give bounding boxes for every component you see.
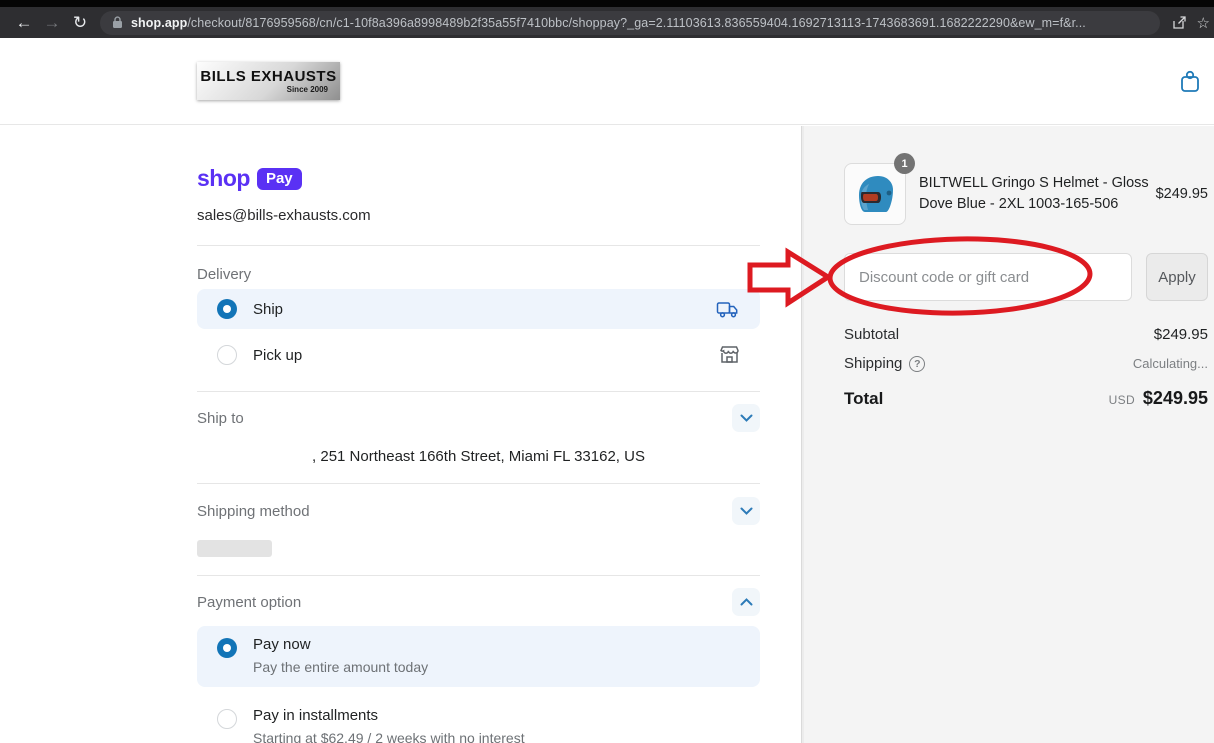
- subtotal-label: Subtotal: [844, 326, 899, 343]
- ship-to-label: Ship to: [197, 410, 244, 427]
- divider: [197, 245, 760, 246]
- divider: [197, 483, 760, 484]
- payment-option-pay-now[interactable]: Pay now Pay the entire amount today: [197, 626, 760, 687]
- shipping-method-expand-button[interactable]: [732, 497, 760, 525]
- browser-tab-strip: [0, 0, 1214, 7]
- radio-unselected-icon[interactable]: [217, 345, 237, 365]
- payment-option-description: Pay the entire amount today: [253, 659, 428, 675]
- payment-option-title: Pay in installments: [253, 707, 525, 724]
- bookmark-star-icon[interactable]: ☆: [1197, 14, 1210, 32]
- discount-section: Apply: [844, 253, 1208, 301]
- share-icon[interactable]: [1172, 15, 1187, 30]
- store-tagline: Since 2009: [287, 84, 328, 95]
- payment-option-title: Pay now: [253, 636, 428, 653]
- apply-discount-button[interactable]: Apply: [1146, 253, 1208, 301]
- shipping-method-loading-skeleton: [197, 540, 272, 557]
- cart-bag-icon[interactable]: [1174, 66, 1206, 98]
- checkout-page: ← → ↻ shop.app/checkout/8176959568/cn/c1…: [0, 0, 1214, 743]
- delivery-option-label: Ship: [253, 301, 283, 318]
- shipping-address: , 251 Northeast 166th Street, Miami FL 3…: [197, 448, 760, 465]
- store-icon: [719, 345, 740, 365]
- subtotal-value: $249.95: [1154, 326, 1208, 343]
- ship-to-expand-button[interactable]: [732, 404, 760, 432]
- delivery-option-ship[interactable]: Ship: [197, 289, 760, 329]
- pay-badge: Pay: [257, 168, 302, 190]
- back-icon[interactable]: ←: [10, 11, 38, 35]
- truck-icon: [716, 300, 740, 319]
- currency-code: USD: [1109, 393, 1135, 407]
- store-logo[interactable]: BILLS EXHAUSTS Since 2009: [197, 62, 340, 100]
- shop-pay-logo: shop Pay: [197, 165, 760, 192]
- radio-unselected-icon[interactable]: [217, 709, 237, 729]
- store-name: BILLS EXHAUSTS: [200, 69, 336, 84]
- payment-option-label: Payment option: [197, 594, 301, 611]
- address-bar[interactable]: shop.app/checkout/8176959568/cn/c1-10f8a…: [100, 11, 1160, 35]
- url-text: shop.app/checkout/8176959568/cn/c1-10f8a…: [131, 16, 1086, 30]
- site-header: BILLS EXHAUSTS Since 2009: [0, 38, 1214, 125]
- shipping-method-label: Shipping method: [197, 503, 310, 520]
- delivery-section-label: Delivery: [197, 266, 760, 283]
- delivery-option-pickup[interactable]: Pick up: [197, 335, 760, 375]
- total-value: $249.95: [1143, 388, 1208, 409]
- payment-option-description: Starting at $62.49 / 2 weeks with no int…: [253, 730, 525, 743]
- shipping-label: Shipping: [844, 355, 902, 372]
- totals-section: Subtotal $249.95 Shipping ? Calculating.…: [844, 326, 1208, 409]
- shipping-value: Calculating...: [1133, 356, 1208, 371]
- order-summary-panel: 1 BILTWELL Gringo S Helmet - Gloss Dove …: [801, 126, 1214, 743]
- product-price: $249.95: [1156, 186, 1208, 202]
- discount-code-input[interactable]: [844, 253, 1132, 301]
- quantity-badge: 1: [894, 153, 915, 174]
- forward-icon[interactable]: →: [38, 11, 66, 35]
- customer-email: sales@bills-exhausts.com: [197, 207, 760, 224]
- payment-option-installments[interactable]: Pay in installments Starting at $62.49 /…: [197, 697, 760, 743]
- delivery-option-label: Pick up: [253, 347, 302, 364]
- refresh-icon[interactable]: ↻: [66, 11, 94, 35]
- url-path: /checkout/8176959568/cn/c1-10f8a396a8998…: [187, 16, 1086, 30]
- divider: [197, 391, 760, 392]
- checkout-form-panel: shop Pay sales@bills-exhausts.com Delive…: [0, 126, 801, 743]
- product-thumbnail: [844, 163, 906, 225]
- product-title: BILTWELL Gringo S Helmet - Gloss Dove Bl…: [919, 173, 1154, 215]
- divider: [197, 575, 760, 576]
- shop-wordmark: shop: [197, 165, 250, 192]
- total-label: Total: [844, 389, 883, 409]
- browser-toolbar: ← → ↻ shop.app/checkout/8176959568/cn/c1…: [0, 7, 1214, 38]
- payment-option-collapse-button[interactable]: [732, 588, 760, 616]
- cart-line-item: 1 BILTWELL Gringo S Helmet - Gloss Dove …: [844, 163, 1208, 225]
- url-domain: shop.app: [131, 16, 187, 30]
- shipping-help-icon[interactable]: ?: [909, 356, 925, 372]
- radio-selected-icon[interactable]: [217, 299, 237, 319]
- radio-selected-icon[interactable]: [217, 638, 237, 658]
- lock-icon: [112, 16, 123, 29]
